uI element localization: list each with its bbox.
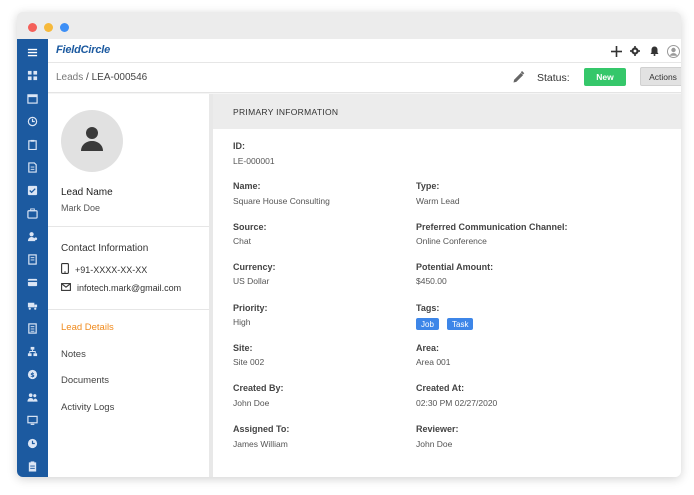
lead-name-value: Mark Doe <box>61 203 101 213</box>
assigned-to-value: James William <box>233 439 288 449</box>
user-icon[interactable] <box>25 229 39 243</box>
status-label: Status: <box>537 72 570 84</box>
contact-phone-row: +91-XXXX-XX-XX <box>61 263 147 276</box>
monitor-icon[interactable] <box>25 413 39 427</box>
tag-chip[interactable]: Job <box>416 318 439 330</box>
nav-lead-details[interactable]: Lead Details <box>61 322 114 333</box>
created-by-label: Created By: <box>233 383 284 393</box>
type-label: Type: <box>416 181 440 191</box>
plus-icon[interactable] <box>609 44 623 58</box>
breadcrumb: Leads / LEA-000546 <box>56 72 147 83</box>
contact-phone[interactable]: +91-XXXX-XX-XX <box>75 265 147 275</box>
menu-icon[interactable] <box>25 45 39 59</box>
dollar-icon[interactable]: $ <box>25 367 39 381</box>
window-titlebar <box>17 12 681 39</box>
person-icon <box>80 126 104 157</box>
status-badge[interactable]: New <box>584 68 626 86</box>
primary-info-section: PRIMARY INFORMATION ID: LE-000001 Name: … <box>213 94 681 477</box>
contact-info-title: Contact Information <box>61 243 149 254</box>
app-window: $ FieldCircle Leads / LEA-000546 Status:… <box>17 12 681 477</box>
currency-value: US Dollar <box>233 276 270 286</box>
gear-icon[interactable] <box>628 44 642 58</box>
calendar-icon[interactable] <box>25 91 39 105</box>
clock-icon[interactable] <box>25 436 39 450</box>
maximize-window-button[interactable] <box>60 23 69 32</box>
record-header-bar: Leads / LEA-000546 Status: New Actions <box>48 63 681 93</box>
org-icon[interactable] <box>25 344 39 358</box>
id-value: LE-000001 <box>233 156 275 166</box>
divider <box>48 226 209 227</box>
site-value: Site 002 <box>233 357 265 367</box>
phone-icon <box>61 263 69 276</box>
id-label: ID: <box>233 141 245 151</box>
dashboard-icon[interactable] <box>25 68 39 82</box>
section-header: PRIMARY INFORMATION <box>213 94 681 129</box>
briefcase-icon[interactable] <box>25 206 39 220</box>
channel-value: Online Conference <box>416 236 487 246</box>
name-value: Square House Consulting <box>233 196 330 206</box>
area-value: Area 001 <box>416 357 451 367</box>
section-title: PRIMARY INFORMATION <box>233 107 339 117</box>
reviewer-label: Reviewer: <box>416 424 459 434</box>
lead-profile-panel: Lead Name Mark Doe Contact Information +… <box>48 94 209 477</box>
invoice-icon[interactable] <box>25 252 39 266</box>
mail-icon <box>61 283 71 293</box>
team-icon[interactable] <box>25 390 39 404</box>
currency-label: Currency: <box>233 262 276 272</box>
actions-label: Actions <box>649 71 677 82</box>
actions-dropdown-button[interactable]: Actions <box>640 67 681 86</box>
amount-value: $450.00 <box>416 276 447 286</box>
source-label: Source: <box>233 222 267 232</box>
priority-value: High <box>233 317 251 327</box>
list-icon[interactable] <box>25 321 39 335</box>
lead-avatar <box>61 110 123 172</box>
report-icon[interactable] <box>25 459 39 473</box>
priority-label: Priority: <box>233 303 268 313</box>
created-at-value: 02:30 PM 02/27/2020 <box>416 398 498 408</box>
reviewer-value: John Doe <box>416 439 453 449</box>
divider <box>48 309 209 310</box>
nav-notes[interactable]: Notes <box>61 349 86 360</box>
name-label: Name: <box>233 181 261 191</box>
breadcrumb-separator: / <box>83 72 92 83</box>
created-by-value: John Doe <box>233 398 270 408</box>
amount-label: Potential Amount: <box>416 262 494 272</box>
type-value: Warm Lead <box>416 196 460 206</box>
card-icon[interactable] <box>25 275 39 289</box>
app-logo[interactable]: FieldCircle <box>56 44 110 56</box>
lead-name-label: Lead Name <box>61 187 113 198</box>
breadcrumb-current: LEA-000546 <box>91 72 148 83</box>
clipboard-icon[interactable] <box>25 137 39 151</box>
nav-documents[interactable]: Documents <box>61 375 109 386</box>
dispatch-icon[interactable] <box>25 114 39 128</box>
tag-chip[interactable]: Task <box>447 318 474 330</box>
minimize-window-button[interactable] <box>44 23 53 32</box>
svg-text:$: $ <box>30 370 35 378</box>
created-at-label: Created At: <box>416 383 465 393</box>
truck-icon[interactable] <box>25 298 39 312</box>
top-bar: FieldCircle <box>48 39 681 63</box>
checklist-icon[interactable] <box>25 183 39 197</box>
contact-email[interactable]: infotech.mark@gmail.com <box>77 283 181 293</box>
user-avatar-icon[interactable] <box>666 44 680 58</box>
site-label: Site: <box>233 343 253 353</box>
area-label: Area: <box>416 343 440 353</box>
source-value: Chat <box>233 236 251 246</box>
document-icon[interactable] <box>25 160 39 174</box>
tags-label: Tags: <box>416 303 440 313</box>
contact-email-row: infotech.mark@gmail.com <box>61 283 181 293</box>
close-window-button[interactable] <box>28 23 37 32</box>
channel-label: Preferred Communication Channel: <box>416 222 568 232</box>
assigned-to-label: Assigned To: <box>233 424 290 434</box>
app-content: FieldCircle Leads / LEA-000546 Status: N… <box>48 39 681 477</box>
edit-icon[interactable] <box>512 71 525 84</box>
bell-icon[interactable] <box>647 44 661 58</box>
breadcrumb-leads-link[interactable]: Leads <box>56 72 83 83</box>
nav-activity-logs[interactable]: Activity Logs <box>61 402 114 413</box>
sidebar: $ <box>17 39 48 477</box>
